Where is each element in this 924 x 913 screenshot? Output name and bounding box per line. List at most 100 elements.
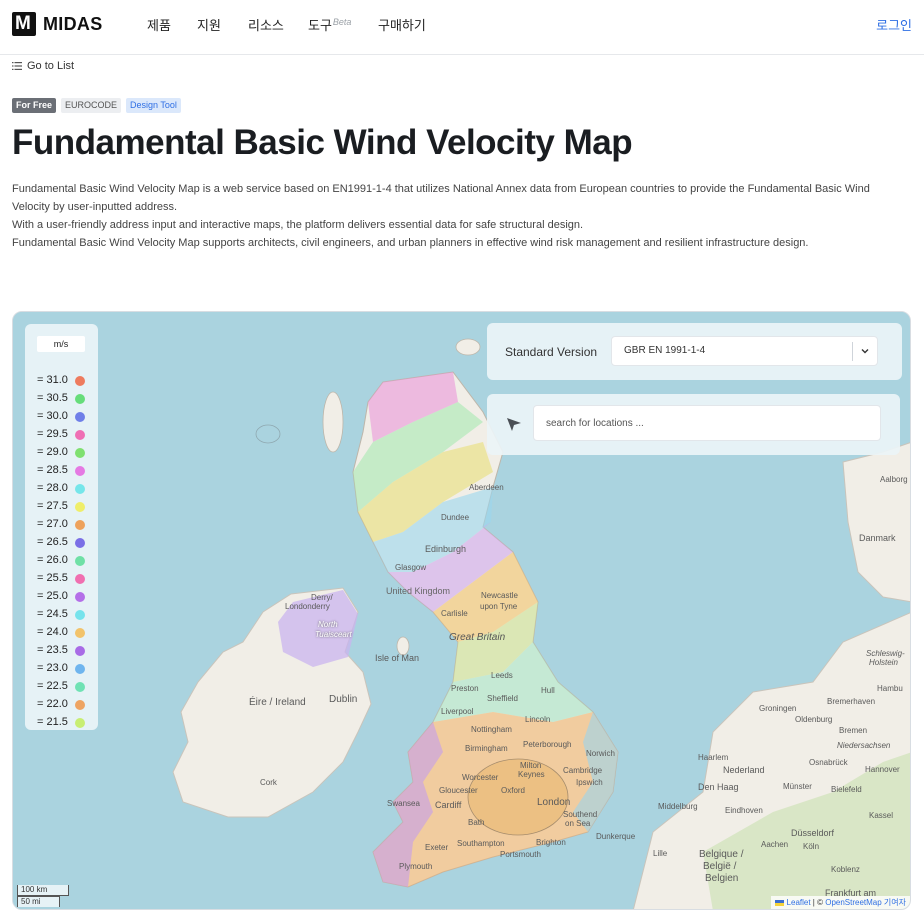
map-label-glasgow: Glasgow	[395, 563, 427, 572]
legend-item: = 23.5	[37, 644, 87, 658]
legend-item: = 26.0	[37, 554, 87, 568]
map-label-exeter: Exeter	[425, 843, 449, 852]
map-label-bath: Bath	[468, 818, 485, 827]
description-line-1: Fundamental Basic Wind Velocity Map is a…	[12, 183, 870, 213]
legend-item-label: = 23.5	[37, 644, 68, 656]
leaflet-link[interactable]: Leaflet	[787, 898, 811, 907]
map-label-plymouth: Plymouth	[399, 862, 433, 871]
map-label-newcastle: Newcastle	[481, 591, 518, 600]
wind-velocity-map[interactable]: Aberdeen Dundee Edinburgh Glasgow United…	[12, 311, 911, 910]
scale-mi: 50 mi	[17, 896, 60, 907]
map-label-bremen: Bremen	[839, 726, 868, 735]
location-search-panel	[487, 394, 900, 455]
legend-item-label: = 27.5	[37, 500, 68, 512]
map-label-niedersachsen: Niedersachsen	[837, 741, 891, 750]
nav-item-products[interactable]: 제품	[147, 15, 171, 34]
login-link[interactable]: 로그인	[876, 15, 912, 34]
legend-item: = 31.0	[37, 374, 87, 388]
map-label-osnabruck: Osnabrück	[809, 758, 848, 767]
legend-item: = 27.5	[37, 500, 87, 514]
map-label-oxford: Oxford	[501, 786, 526, 795]
map-label-worcester: Worcester	[462, 773, 499, 782]
map-label-munster: Münster	[783, 782, 812, 791]
map-label-hannover: Hannover	[865, 765, 900, 774]
legend-color-dot	[75, 448, 85, 458]
map-label-dusseldorf: Düsseldorf	[791, 828, 835, 838]
openstreetmap-link[interactable]: OpenStreetMap 기여자	[825, 898, 906, 907]
legend-item: = 22.5	[37, 680, 87, 694]
map-label-birmingham: Birmingham	[465, 744, 508, 753]
midas-logo[interactable]: M MIDAS	[12, 12, 103, 36]
nav-item-resources[interactable]: 리소스	[248, 15, 284, 34]
legend-item-label: = 25.5	[37, 572, 68, 584]
page-title: Fundamental Basic Wind Velocity Map	[12, 123, 633, 162]
badge-eurocode: EUROCODE	[61, 98, 122, 113]
legend-color-dot	[75, 628, 85, 638]
legend-item: = 29.5	[37, 428, 87, 442]
go-to-list-link[interactable]: Go to List	[12, 60, 74, 72]
legend-item: = 25.0	[37, 590, 87, 604]
hebrides-island	[322, 391, 344, 453]
map-label-upon-tyne: upon Tyne	[480, 602, 518, 611]
standard-version-select[interactable]: GBR EN 1991-1-4	[611, 336, 878, 366]
ukraine-flag-icon	[775, 899, 785, 906]
legend-item: = 24.0	[37, 626, 87, 640]
legend-color-dot	[75, 412, 85, 422]
location-search-input[interactable]	[533, 405, 881, 441]
nav-item-tools[interactable]: 도구Beta	[308, 15, 351, 34]
map-label-great-britain: Great Britain	[449, 632, 506, 643]
map-label-dundee: Dundee	[441, 513, 470, 522]
map-attribution: Leaflet | © OpenStreetMap 기여자	[771, 896, 910, 909]
navigation-arrow-icon[interactable]	[505, 415, 523, 433]
legend-item-label: = 21.5	[37, 716, 68, 728]
legend-color-dot	[75, 520, 85, 530]
legend-item-label: = 24.0	[37, 626, 68, 638]
map-label-belgien: Belgien	[705, 873, 739, 884]
description-line-3: Fundamental Basic Wind Velocity Map supp…	[12, 237, 809, 249]
nav-item-support[interactable]: 지원	[197, 15, 221, 34]
legend-color-dot	[75, 610, 85, 620]
go-to-list-label: Go to List	[27, 60, 75, 72]
logo-mark: M	[12, 12, 36, 36]
wind-velocity-legend: m/s = 31.0 = 30.5 = 30.0 = 29.5 = 29.0 = 28.5…	[25, 324, 98, 730]
map-label-aachen: Aachen	[761, 840, 789, 849]
legend-item: = 29.0	[37, 446, 87, 460]
legend-item: = 25.5	[37, 572, 87, 586]
legend-color-dot	[75, 592, 85, 602]
map-label-derry: Derry/	[311, 593, 333, 602]
chevron-down-icon[interactable]	[859, 345, 871, 357]
legend-unit: m/s	[37, 336, 85, 352]
legend-item: = 30.5	[37, 392, 87, 406]
legend-color-dot	[75, 484, 85, 494]
badge-design-tool: Design Tool	[126, 98, 181, 113]
legend-item-label: = 23.0	[37, 662, 68, 674]
map-label-brighton: Brighton	[536, 838, 566, 847]
logo-text: MIDAS	[43, 13, 103, 34]
legend-item-label: = 28.0	[37, 482, 68, 494]
map-label-milton: Milton	[520, 761, 542, 770]
scale-km: 100 km	[17, 885, 69, 896]
map-label-portsmouth: Portsmouth	[500, 850, 541, 859]
map-scale: 100 km 50 mi	[17, 885, 69, 907]
legend-item: = 24.5	[37, 608, 87, 622]
map-label-hamburg: Hambu	[877, 684, 903, 693]
legend-item-label: = 29.5	[37, 428, 68, 440]
legend-item-label: = 24.5	[37, 608, 68, 620]
map-label-cork: Cork	[260, 778, 277, 787]
legend-item: = 23.0	[37, 662, 87, 676]
legend-color-dot	[75, 646, 85, 656]
legend-color-dot	[75, 682, 85, 692]
map-label-united-kingdom: United Kingdom	[386, 586, 451, 596]
map-label-lille: Lille	[653, 849, 668, 858]
legend-item: = 26.5	[37, 536, 87, 550]
map-label-southampton: Southampton	[457, 839, 505, 848]
map-label-londonderry: Londonderry	[285, 602, 330, 611]
legend-item-label: = 22.5	[37, 680, 68, 692]
legend-color-dot	[75, 556, 85, 566]
legend-item-label: = 28.5	[37, 464, 68, 476]
map-label-swansea: Swansea	[387, 799, 420, 808]
map-label-sheffield: Sheffield	[487, 694, 518, 703]
legend-item-label: = 26.0	[37, 554, 68, 566]
nav-item-purchase[interactable]: 구매하기	[378, 15, 426, 34]
legend-item-label: = 22.0	[37, 698, 68, 710]
